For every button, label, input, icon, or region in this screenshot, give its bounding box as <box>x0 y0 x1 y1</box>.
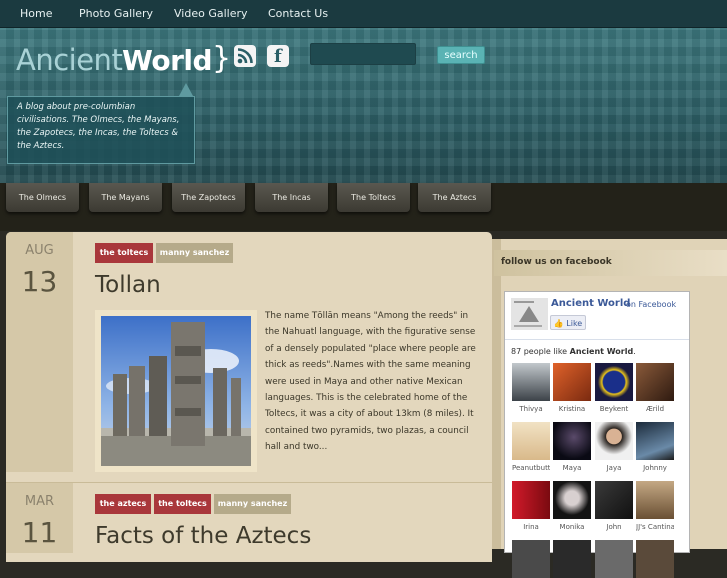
category-bar: The Olmecs The Mayans The Zapotecs The I… <box>0 183 727 231</box>
like-count-suffix: . <box>633 347 636 356</box>
fan-avatar[interactable]: Thivya <box>512 363 550 413</box>
facebook-icon[interactable]: f <box>267 45 289 67</box>
fan-avatar[interactable]: Kristina <box>553 363 591 413</box>
post-month: AUG <box>25 243 54 258</box>
post-divider <box>6 482 492 483</box>
facebook-like-box: Ancient World on Facebook 👍 Like 87 peop… <box>504 291 690 578</box>
sidebar-edge <box>492 239 501 549</box>
facebook-page-thumbnail[interactable] <box>511 298 548 330</box>
fan-name: JJ's Cantina <box>636 523 674 531</box>
fan-avatar[interactable] <box>595 540 633 578</box>
fan-name: Irina <box>523 523 539 531</box>
fan-avatar[interactable]: Monika <box>553 481 591 531</box>
search-input[interactable] <box>310 43 416 65</box>
fan-name: Ærild <box>645 405 665 413</box>
facebook-page-name[interactable]: Ancient World <box>551 298 630 309</box>
tag-the-toltecs[interactable]: the toltecs <box>95 243 153 263</box>
tag-the-toltecs[interactable]: the toltecs <box>154 494 211 514</box>
fan-avatar[interactable] <box>553 540 591 578</box>
post-image[interactable] <box>95 310 257 472</box>
fan-name: Monika <box>559 523 585 531</box>
nav-home[interactable]: Home <box>20 7 52 20</box>
search-button[interactable]: search <box>437 46 485 64</box>
nav-photo-gallery[interactable]: Photo Gallery <box>79 7 153 20</box>
fan-avatar[interactable]: Beykent <box>595 363 633 413</box>
tagline-text: A blog about pre-columbian civilisations… <box>17 102 180 151</box>
fan-avatar[interactable]: Peanutbutte <box>512 422 550 472</box>
fan-avatar[interactable] <box>512 540 550 578</box>
nav-video-gallery[interactable]: Video Gallery <box>174 7 248 20</box>
fan-avatar[interactable]: Ærild <box>636 363 674 413</box>
fan-name: Johnny <box>643 464 667 472</box>
fan-avatar[interactable] <box>636 540 674 578</box>
fan-name: Beykent <box>599 405 629 413</box>
logo-text-light[interactable]: Ancient <box>16 43 123 77</box>
like-count-prefix: 87 people like <box>511 347 570 356</box>
tagline-pointer <box>179 83 193 96</box>
category-olmecs[interactable]: The Olmecs <box>6 183 79 212</box>
fan-avatar[interactable]: Maya <box>553 422 591 472</box>
category-zapotecs[interactable]: The Zapotecs <box>172 183 245 212</box>
logo-text-bold[interactable]: World <box>122 44 213 77</box>
fan-name: Jaya <box>606 464 622 472</box>
fan-avatar[interactable]: John <box>595 481 633 531</box>
post-title[interactable]: Facts of the Aztecs <box>95 523 311 549</box>
fan-name: John <box>606 523 622 531</box>
tag-manny-sanchez[interactable]: manny sanchez <box>214 494 291 514</box>
post-title[interactable]: Tollan <box>95 272 161 298</box>
category-incas[interactable]: The Incas <box>255 183 328 212</box>
fan-avatar[interactable]: Irina <box>512 481 550 531</box>
tagline-box: A blog about pre-columbian civilisations… <box>7 96 195 164</box>
fan-name: Kristina <box>558 405 586 413</box>
facebook-like-count: 87 people like Ancient World. <box>511 347 636 356</box>
sidebar-heading-text: follow us on facebook <box>501 257 612 267</box>
logo-brace: } <box>212 41 232 76</box>
rss-icon[interactable] <box>234 45 256 67</box>
fan-avatar[interactable]: JJ's Cantina <box>636 481 674 531</box>
facebook-like-label: Like <box>566 319 583 328</box>
facebook-like-button[interactable]: 👍 Like <box>550 315 586 330</box>
fan-name: Peanutbutte <box>512 464 550 472</box>
facebook-on-label[interactable]: on Facebook <box>626 300 676 309</box>
fan-avatar[interactable]: Jaya <box>595 422 633 472</box>
thumbs-up-icon: 👍 <box>553 319 564 328</box>
fan-name: Thivya <box>519 405 543 413</box>
tag-the-aztecs[interactable]: the aztecs <box>95 494 151 514</box>
category-aztecs[interactable]: The Aztecs <box>418 183 491 212</box>
post-excerpt: The name Tōllān means "Among the reeds" … <box>265 311 476 453</box>
category-mayans[interactable]: The Mayans <box>89 183 162 212</box>
sidebar-heading: follow us on facebook <box>494 250 727 276</box>
post-day: 11 <box>21 516 58 549</box>
like-count-page: Ancient World <box>569 347 634 356</box>
nav-contact-us[interactable]: Contact Us <box>268 7 328 20</box>
site-header: Ancient World } f search A blog about pr… <box>0 28 727 183</box>
tag-manny-sanchez[interactable]: manny sanchez <box>156 243 233 263</box>
category-toltecs[interactable]: The Toltecs <box>337 183 410 212</box>
post-date-column: MAR 11 <box>6 483 73 553</box>
post-date-column: AUG 13 <box>6 232 73 472</box>
fan-avatar[interactable]: Johnny <box>636 422 674 472</box>
post-day: 13 <box>21 265 58 298</box>
post-month: MAR <box>24 494 55 509</box>
fan-name: Maya <box>562 464 582 472</box>
top-nav: Home Photo Gallery Video Gallery Contact… <box>0 0 727 28</box>
facebook-page-header: Ancient World on Facebook 👍 Like <box>505 292 689 340</box>
